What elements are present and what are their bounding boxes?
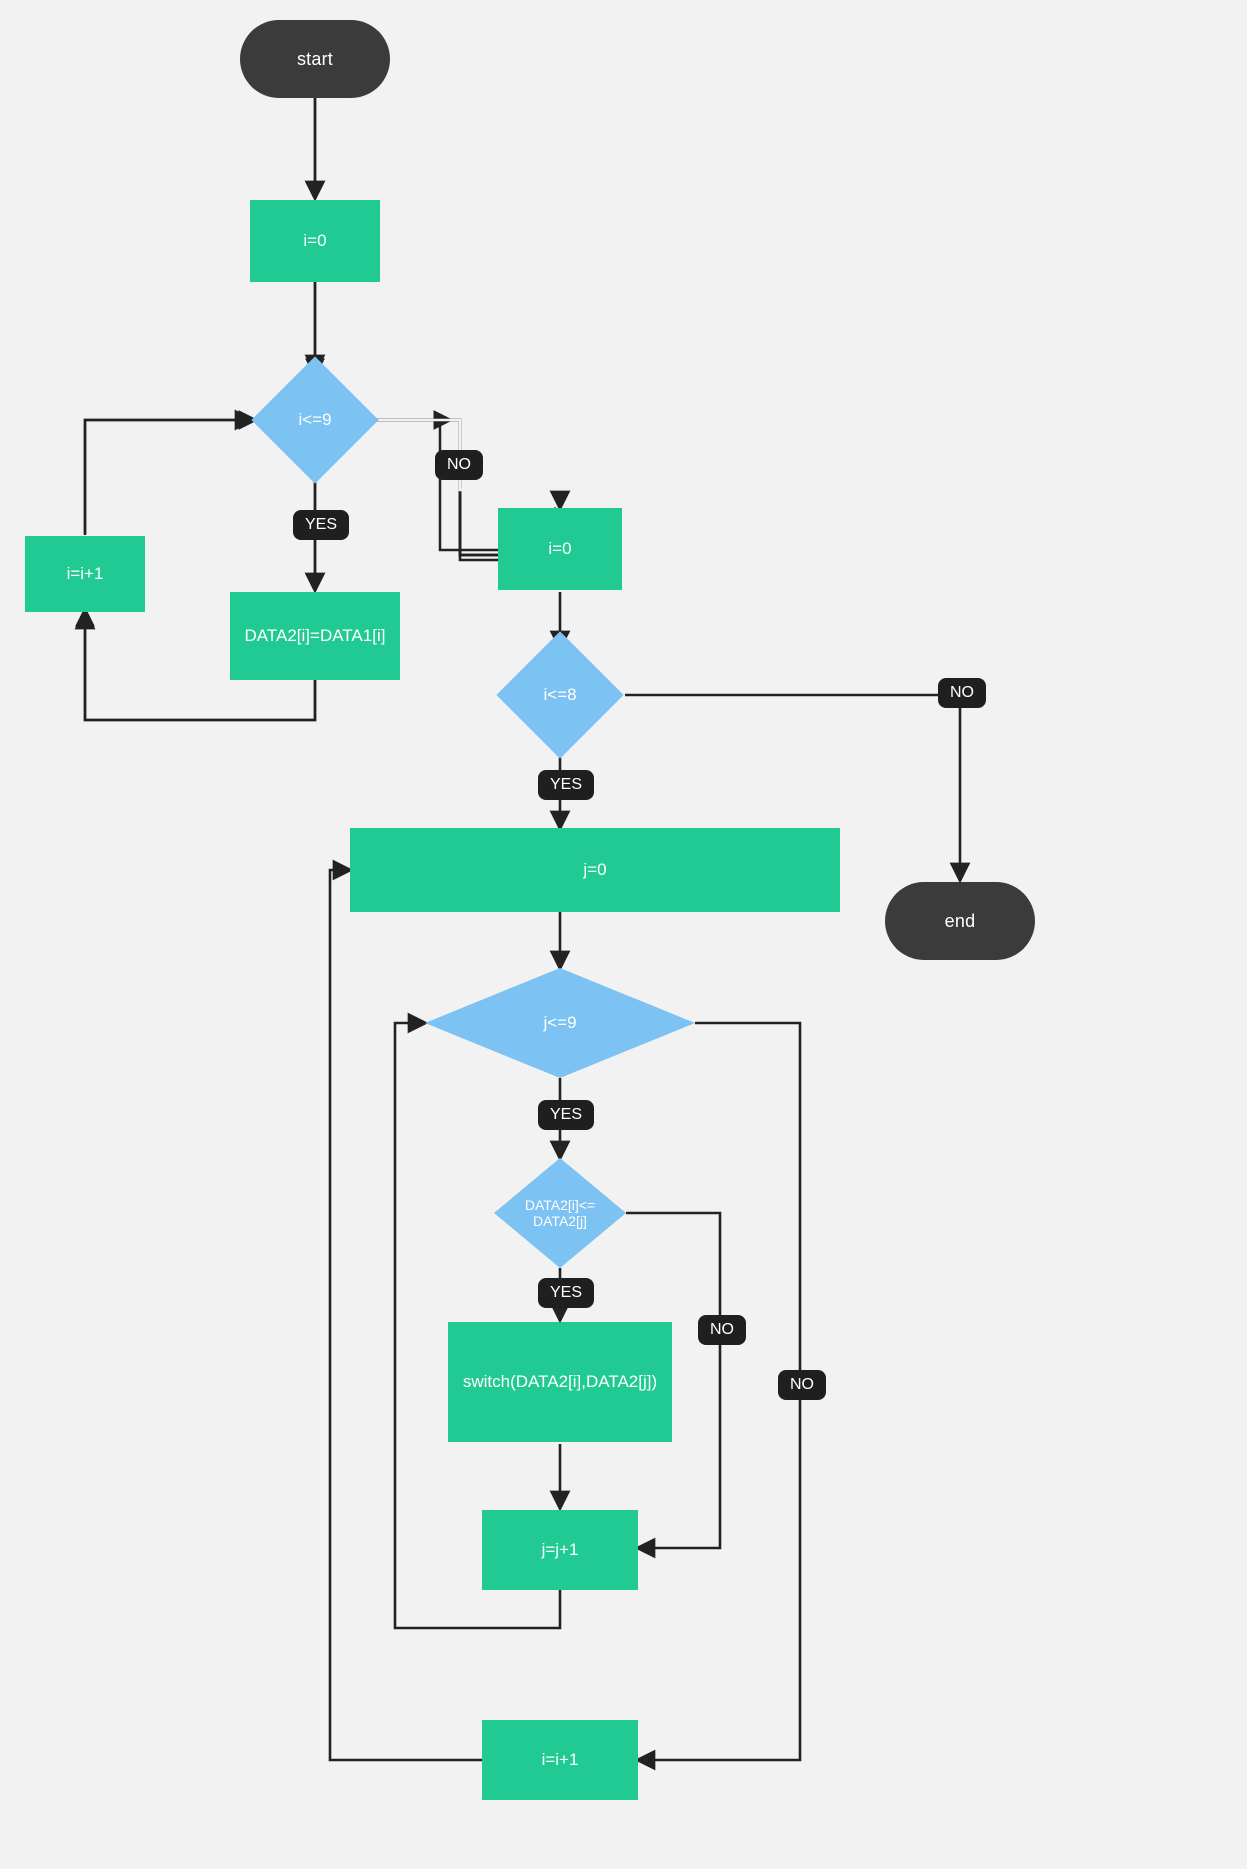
node-label: i=i+1 [67, 564, 104, 584]
node-label: i<=8 [543, 685, 576, 705]
node-label: i=0 [303, 231, 326, 251]
process-j-inc: j=j+1 [482, 1510, 638, 1590]
process-switch: switch(DATA2[i],DATA2[j]) [448, 1322, 672, 1442]
edge-label-yes: YES [538, 1100, 594, 1130]
node-label: i=i+1 [542, 1750, 579, 1770]
decision-compare: DATA2[i]<= DATA2[j] [494, 1158, 626, 1268]
process-i-inc-b: i=i+1 [482, 1720, 638, 1800]
node-label: switch(DATA2[i],DATA2[j]) [463, 1372, 657, 1392]
edge-label-no: NO [435, 450, 483, 480]
node-label: DATA2[i]=DATA1[i] [245, 626, 386, 646]
edge-label-yes: YES [538, 1278, 594, 1308]
process-j-init: j=0 [350, 828, 840, 912]
process-i-init-b: i=0 [498, 508, 622, 590]
terminator-start: start [240, 20, 390, 98]
process-copy: DATA2[i]=DATA1[i] [230, 592, 400, 680]
edge-label-yes: YES [293, 510, 349, 540]
flowchart-canvas: start i=0 i<=9 YES NO DATA2[i]=DATA1[i] … [0, 0, 1247, 1869]
node-label: start [297, 49, 333, 70]
decision-i-le-8: i<=8 [515, 650, 605, 740]
edge-label-no: NO [778, 1370, 826, 1400]
node-label: DATA2[i]<= DATA2[j] [525, 1197, 595, 1229]
edge-label-yes: YES [538, 770, 594, 800]
terminator-end: end [885, 882, 1035, 960]
process-i-inc-a: i=i+1 [25, 536, 145, 612]
node-label: j=j+1 [542, 1540, 579, 1560]
process-i-init-a: i=0 [250, 200, 380, 282]
decision-j-le-9: j<=9 [425, 968, 695, 1078]
decision-i-le-9: i<=9 [270, 375, 360, 465]
node-label: end [945, 911, 976, 932]
node-label: j<=9 [543, 1013, 576, 1033]
edge-label-no: NO [938, 678, 986, 708]
edge-label-no: NO [698, 1315, 746, 1345]
node-label: i<=9 [298, 410, 331, 430]
node-label: i=0 [548, 539, 571, 559]
node-label: j=0 [583, 860, 606, 880]
